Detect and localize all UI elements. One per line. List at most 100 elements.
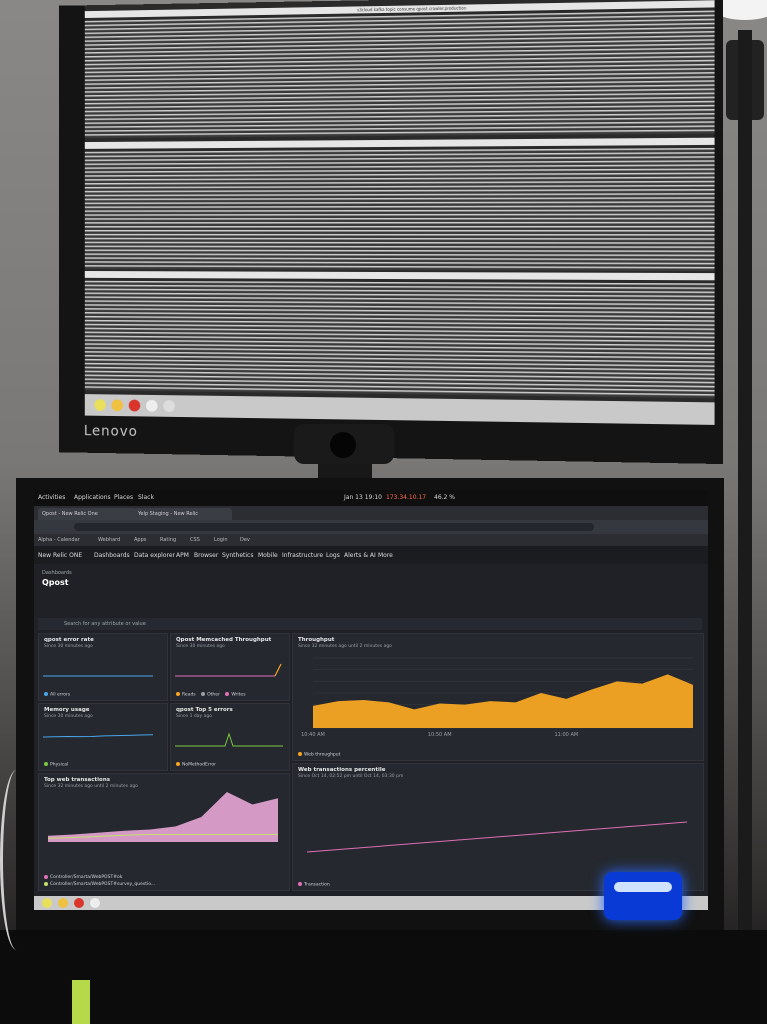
cable — [0, 770, 33, 950]
app-icon[interactable] — [74, 898, 84, 908]
legend-label: All errors — [50, 692, 70, 697]
widget-title: Web transactions percentile — [298, 767, 385, 773]
app-icon[interactable] — [146, 400, 158, 412]
widget-memory-usage[interactable]: Memory usage Since 30 minutes ago Physic… — [38, 703, 168, 771]
applications-menu[interactable]: Applications — [74, 494, 111, 501]
widget-error-rate[interactable]: qpost error rate Since 30 minutes ago Al… — [38, 633, 168, 701]
places-menu[interactable]: Places — [114, 494, 133, 501]
widget-throughput[interactable]: Throughput Since 32 minutes ago until 2 … — [292, 633, 704, 761]
app-icon[interactable] — [90, 898, 100, 908]
nav-mobile[interactable]: Mobile — [258, 552, 278, 559]
widget-title: Top web transactions — [44, 777, 110, 783]
bookmark[interactable]: Login — [214, 537, 228, 543]
legend-row: Controller/Smarta/WebPOST#survey_questio… — [44, 881, 155, 888]
legend-label: Writes — [231, 692, 245, 697]
filter-bar[interactable]: Search for any attribute or value — [38, 618, 702, 630]
legend-label: Physical — [50, 762, 68, 767]
ip-address: 173.34.10.17 — [386, 494, 426, 501]
app-icon[interactable] — [58, 898, 68, 908]
usb-device — [604, 872, 682, 920]
usb-light — [614, 882, 672, 892]
nav-data-explorer[interactable]: Data explorer — [134, 552, 175, 559]
memcached-chart — [175, 652, 283, 682]
breadcrumb[interactable]: Dashboards — [42, 570, 72, 576]
legend-label: Web throughput — [304, 752, 340, 757]
bookmark[interactable]: Webhard — [98, 537, 120, 543]
dashboard-screen: Activities Applications Places Slack Jan… — [34, 490, 708, 910]
terminal-output-2 — [85, 148, 715, 271]
browser-tab[interactable]: Qpost - New Relic One — [38, 508, 136, 520]
nav-home[interactable]: New Relic ONE — [38, 552, 82, 559]
bookmarks-bar: Alpha - Calendar Webhard Apps Rating CSS… — [34, 534, 708, 546]
widget-title: qpost Top 5 errors — [176, 707, 233, 713]
widget-subtitle: Since 32 minutes ago until 2 minutes ago — [298, 644, 392, 649]
bookmark[interactable]: Dev — [240, 537, 250, 543]
legend-label: Reads — [182, 692, 196, 697]
nav-alerts[interactable]: Alerts & AI — [344, 552, 376, 559]
legend-label: Other — [207, 692, 220, 697]
browser-tab[interactable]: Yelp Staging - New Relic — [134, 508, 232, 520]
app-icon[interactable] — [112, 399, 123, 411]
widget-subtitle: Since 30 minutes ago — [44, 644, 93, 649]
widget-legend: Physical — [44, 762, 68, 768]
x-tick-label: 10:40 AM — [301, 732, 325, 738]
browser-tab-strip: Qpost - New Relic One Yelp Staging - New… — [34, 506, 708, 520]
app-icon[interactable] — [163, 400, 175, 412]
nav-more[interactable]: More — [378, 552, 393, 559]
address-bar — [34, 520, 708, 534]
widget-legend: Web throughput — [298, 752, 340, 758]
slack-menu[interactable]: Slack — [138, 494, 154, 501]
widget-legend: Reads Other Writes — [176, 692, 246, 698]
legend-dot — [201, 692, 205, 696]
legend-label: Controller/Smarta/WebPOST#ok — [50, 875, 122, 880]
widget-legend: NoMethodError — [176, 762, 216, 768]
legend-dot — [44, 882, 48, 886]
bookmark[interactable]: Alpha - Calendar — [38, 537, 80, 543]
legend-dot — [225, 692, 229, 696]
bookmark[interactable]: CSS — [190, 537, 200, 543]
nav-apm[interactable]: APM — [176, 552, 189, 559]
x-tick-label: 10:50 AM — [428, 732, 452, 738]
activities-menu[interactable]: Activities — [38, 494, 65, 501]
legend-dot — [44, 692, 48, 696]
legend-dot — [176, 762, 180, 766]
new-relic-nav: New Relic ONE Dashboards Data explorer A… — [34, 546, 708, 564]
nav-browser[interactable]: Browser — [194, 552, 218, 559]
widget-top-web-transactions[interactable]: Top web transactions Since 32 minutes ag… — [38, 773, 290, 891]
terminal-divider-1 — [85, 138, 715, 149]
app-icon[interactable] — [94, 399, 105, 411]
widget-subtitle: Since 30 minutes ago — [176, 644, 225, 649]
url-input[interactable] — [74, 523, 594, 531]
bookmark[interactable]: Apps — [134, 537, 146, 543]
widget-top-errors[interactable]: qpost Top 5 errors Since 1 day ago NoMet… — [170, 703, 290, 771]
nav-dashboards[interactable]: Dashboards — [94, 552, 130, 559]
terminal-divider-2 — [85, 271, 715, 280]
error-rate-chart — [43, 652, 161, 682]
green-object — [72, 980, 90, 1024]
x-tick-label: 11:00 AM — [554, 732, 578, 738]
legend-row: Controller/Smarta/WebPOST#ok — [44, 874, 155, 881]
brand-logo: Lenovo — [84, 423, 138, 440]
nav-synthetics[interactable]: Synthetics — [222, 552, 253, 559]
clock: Jan 13 19:10 — [344, 494, 382, 501]
nav-infrastructure[interactable]: Infrastructure — [282, 552, 323, 559]
memory-chart — [43, 722, 161, 752]
widget-subtitle: Since 30 minutes ago — [44, 714, 93, 719]
os-top-bar: Activities Applications Places Slack Jan… — [34, 490, 708, 506]
widget-title: Memory usage — [44, 707, 90, 713]
terminal-screen: s3cloud kafka topic consume qpost.crawle… — [85, 0, 715, 425]
terminal-output-1 — [85, 11, 715, 139]
legend-label: Transaction — [304, 882, 330, 887]
legend-dot — [298, 882, 302, 886]
throughput-area — [313, 674, 693, 728]
web-transactions-chart — [43, 792, 283, 852]
widget-title: Qpost Memcached Throughput — [176, 637, 271, 643]
widget-memcached-throughput[interactable]: Qpost Memcached Throughput Since 30 minu… — [170, 633, 290, 701]
bookmark[interactable]: Rating — [160, 537, 176, 543]
app-icon[interactable] — [129, 400, 141, 412]
app-icon[interactable] — [42, 898, 52, 908]
nav-logs[interactable]: Logs — [326, 552, 340, 559]
widget-subtitle: Since Oct 14, 02:52 pm until Oct 14, 03:… — [298, 774, 403, 779]
percentile-line — [307, 822, 687, 852]
widget-subtitle: Since 1 day ago — [176, 714, 212, 719]
